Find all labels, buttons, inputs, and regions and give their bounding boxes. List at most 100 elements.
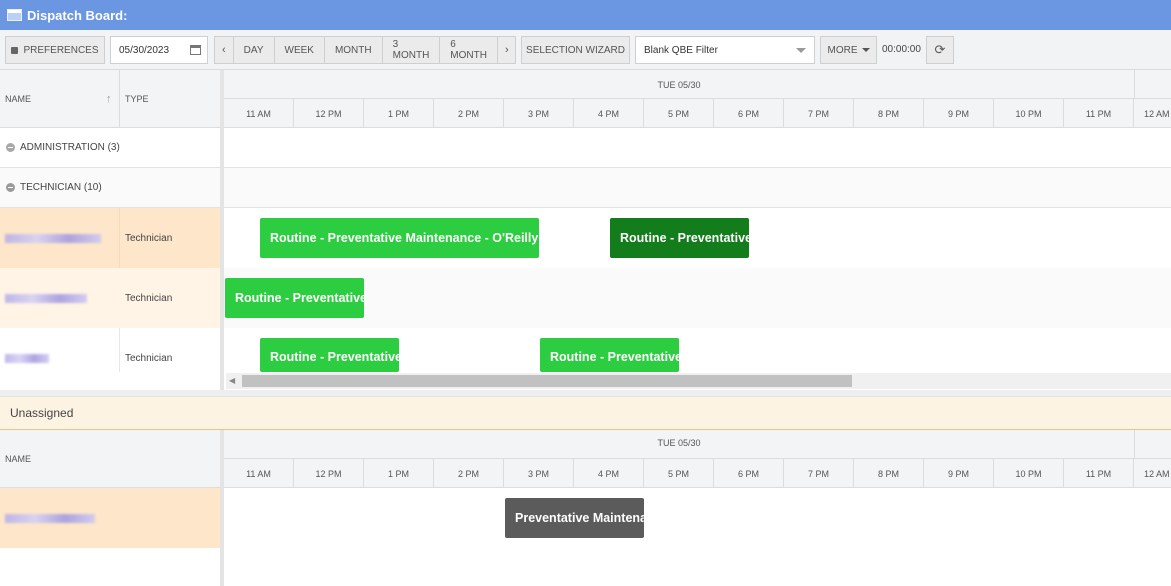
redacted-name [5, 514, 95, 523]
hour-label: 11 AM [224, 459, 294, 487]
type-column-header[interactable]: TYPE [125, 94, 149, 104]
hour-label: 3 PM [504, 459, 574, 487]
chevron-right-icon: › [504, 44, 509, 56]
unassigned-resource-header: NAME [0, 430, 220, 488]
unassigned-header: Unassigned [0, 396, 1171, 430]
hour-label: 11 AM [224, 99, 294, 127]
hour-label: 9 PM [924, 99, 994, 127]
scrollbar-thumb[interactable] [242, 375, 852, 387]
hour-label: 4 PM [574, 99, 644, 127]
next-button[interactable]: › [498, 37, 516, 63]
group-row-administration[interactable]: ADMINISTRATION (3) [0, 128, 1171, 168]
stop-icon [11, 46, 19, 54]
refresh-icon: ⟳ [934, 42, 946, 57]
scroll-left-icon[interactable]: ◀ [229, 376, 235, 385]
resource-header: NAME ↑ TYPE [0, 70, 220, 128]
selection-wizard-button[interactable]: SELECTION WIZARD [521, 36, 630, 64]
type-cell: Technician [125, 233, 173, 244]
hour-label: 12 PM [294, 459, 364, 487]
hour-label: 5 PM [644, 99, 714, 127]
hour-label: 12 AM [1134, 99, 1171, 127]
hour-label: 12 PM [294, 99, 364, 127]
table-row[interactable]: Technician [0, 328, 220, 372]
day-divider [1134, 70, 1135, 98]
hour-label: 8 PM [854, 459, 924, 487]
hour-label: 11 PM [1064, 459, 1134, 487]
title-bar: Dispatch Board: [0, 0, 1171, 30]
timeline-header: TUE 05/30 11 AM 12 PM 1 PM 2 PM 3 PM 4 P… [224, 70, 1171, 128]
day-label: TUE 05/30 [657, 80, 701, 90]
chevron-left-icon: ‹ [222, 44, 226, 56]
left-filler [0, 372, 220, 390]
view-week-button[interactable]: WEEK [275, 37, 325, 63]
redacted-name [5, 234, 101, 243]
hour-label: 11 PM [1064, 99, 1134, 127]
event-block[interactable]: Routine - Preventative [225, 278, 364, 318]
type-cell: Technician [125, 353, 173, 364]
expand-icon[interactable] [6, 143, 15, 152]
hour-row: 11 AM 12 PM 1 PM 2 PM 3 PM 4 PM 5 PM 6 P… [224, 99, 1171, 127]
table-row[interactable] [0, 488, 220, 548]
hour-row: 11 AM 12 PM 1 PM 2 PM 3 PM 4 PM 5 PM 6 P… [224, 459, 1171, 487]
hour-label: 12 AM [1134, 459, 1171, 487]
hour-label: 8 PM [854, 99, 924, 127]
hour-label: 7 PM [784, 99, 854, 127]
event-block[interactable]: Preventative Maintenance [505, 498, 644, 538]
group-row-technician[interactable]: TECHNICIAN (10) [0, 168, 1171, 208]
hour-label: 5 PM [644, 459, 714, 487]
name-column-header[interactable]: NAME [5, 94, 31, 104]
view-6month-button[interactable]: 6 MONTH [440, 37, 498, 63]
name-column-header[interactable]: NAME [5, 454, 31, 464]
refresh-button[interactable]: ⟳ [926, 36, 954, 64]
table-row[interactable]: Technician [0, 208, 220, 268]
hour-label: 1 PM [364, 459, 434, 487]
hour-label: 3 PM [504, 99, 574, 127]
redacted-name [5, 294, 87, 303]
hour-label: 2 PM [434, 459, 504, 487]
view-month-button[interactable]: MONTH [325, 37, 383, 63]
hour-label: 10 PM [994, 459, 1064, 487]
hour-label: 4 PM [574, 459, 644, 487]
toolbar: PREFERENCES 05/30/2023 ‹ DAY WEEK MONTH … [0, 30, 1171, 70]
redacted-name [5, 354, 49, 363]
caret-down-icon [861, 48, 870, 52]
preferences-button[interactable]: PREFERENCES [5, 36, 105, 64]
splitter [220, 128, 224, 208]
filter-value: Blank QBE Filter [644, 44, 718, 56]
unassigned-timeline-header: TUE 05/30 11 AM 12 PM 1 PM 2 PM 3 PM 4 P… [224, 430, 1171, 488]
hour-label: 1 PM [364, 99, 434, 127]
window-title: Dispatch Board: [27, 7, 128, 23]
hour-label: 6 PM [714, 459, 784, 487]
column-divider [119, 328, 120, 372]
column-divider [119, 208, 120, 268]
window-icon [7, 9, 22, 21]
hour-label: 6 PM [714, 99, 784, 127]
table-row[interactable]: Technician [0, 268, 220, 328]
view-day-button[interactable]: DAY [234, 37, 275, 63]
event-block[interactable]: Routine - Preventative [610, 218, 749, 258]
more-button[interactable]: MORE [820, 36, 877, 64]
type-cell: Technician [125, 293, 173, 304]
sort-arrow-up-icon[interactable]: ↑ [106, 93, 112, 105]
event-block[interactable]: Routine - Preventative [260, 338, 399, 372]
calendar-icon[interactable] [190, 45, 201, 55]
caret-down-icon [796, 47, 806, 53]
hour-label: 2 PM [434, 99, 504, 127]
day-divider [1134, 430, 1135, 458]
date-field[interactable]: 05/30/2023 [110, 36, 208, 64]
timeline-row [224, 268, 1171, 328]
hour-label: 7 PM [784, 459, 854, 487]
unassigned-title: Unassigned [10, 406, 74, 420]
filter-select[interactable]: Blank QBE Filter [635, 36, 815, 64]
horizontal-scrollbar[interactable]: ◀ [226, 373, 1171, 389]
timer-readout: 00:00:00 [882, 44, 921, 55]
day-label: TUE 05/30 [657, 438, 701, 448]
collapse-icon[interactable] [6, 183, 15, 192]
date-value: 05/30/2023 [119, 44, 170, 56]
column-divider [119, 70, 120, 128]
prev-button[interactable]: ‹ [215, 37, 234, 63]
view-3month-button[interactable]: 3 MONTH [383, 37, 441, 63]
view-segment: ‹ DAY WEEK MONTH 3 MONTH 6 MONTH › [214, 36, 516, 64]
event-block[interactable]: Routine - Preventative [540, 338, 679, 372]
event-block[interactable]: Routine - Preventative Maintenance - O'R… [260, 218, 539, 258]
